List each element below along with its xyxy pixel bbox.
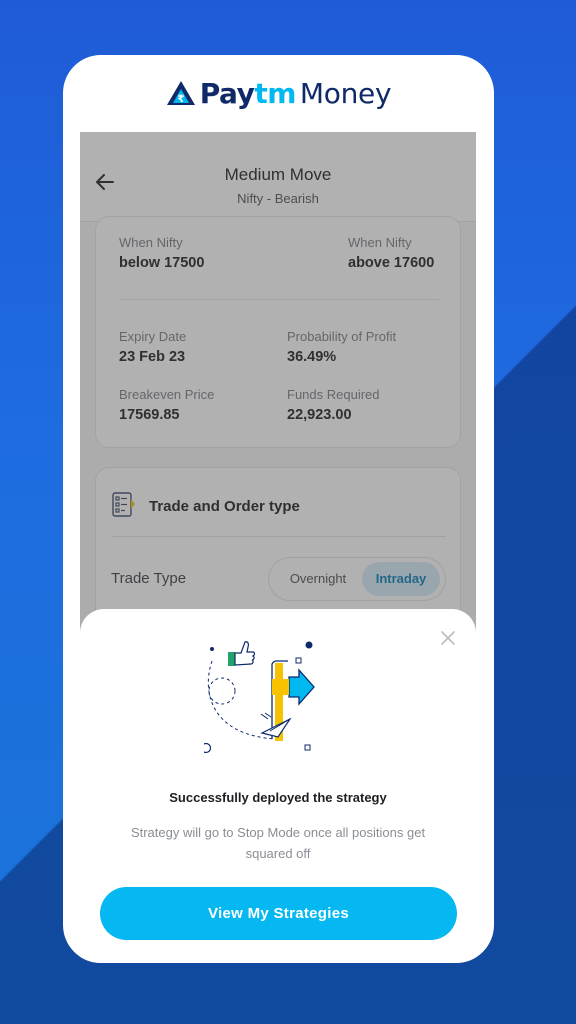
- phone-frame: ₹ Paytm Money Medium Move Nifty - Bearis…: [63, 55, 494, 963]
- view-my-strategies-button[interactable]: View My Strategies: [100, 887, 457, 940]
- logo-money-text: Money: [299, 76, 392, 110]
- app-screen: Medium Move Nifty - Bearish When Nifty b…: [80, 132, 476, 963]
- success-bottom-sheet: Successfully deployed the strategy Strat…: [80, 609, 476, 963]
- success-title: Successfully deployed the strategy: [169, 790, 387, 805]
- logo-mark-icon: ₹: [166, 81, 195, 105]
- logo-text: Paytm: [199, 76, 297, 110]
- success-illustration: [204, 641, 315, 754]
- success-description: Strategy will go to Stop Mode once all p…: [130, 825, 426, 861]
- svg-text:₹: ₹: [177, 94, 184, 105]
- paytm-money-logo: ₹ Paytm Money: [63, 71, 494, 115]
- close-icon[interactable]: [439, 629, 457, 647]
